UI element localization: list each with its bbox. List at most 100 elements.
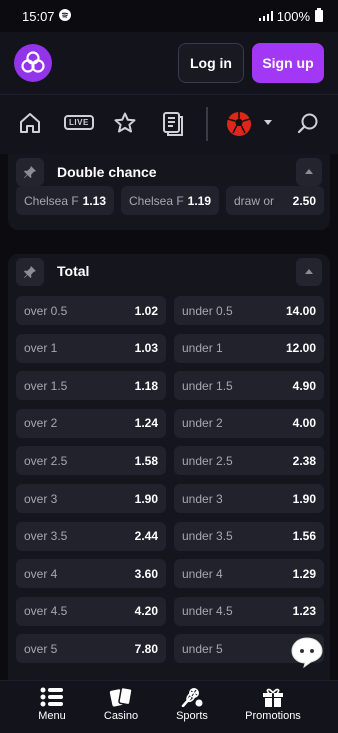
cards-icon — [109, 687, 133, 707]
odd-value: 2.38 — [292, 453, 316, 468]
signal-icon — [258, 9, 273, 24]
markets-content: Double chance Chelsea F 1.13 Chelsea F 1… — [0, 154, 338, 680]
login-button[interactable]: Log in — [178, 43, 244, 83]
search-icon[interactable] — [296, 111, 320, 135]
odd-value: 2.50 — [292, 193, 316, 208]
odd-label: under 3.5 — [182, 529, 233, 544]
bottom-nav-label: Sports — [176, 710, 208, 722]
total-header[interactable]: Total — [8, 254, 330, 290]
total-under-odd[interactable]: under 3.5 1.56 — [174, 521, 324, 551]
top-nav: LIVE — [0, 94, 338, 154]
odd-label: Chelsea F — [129, 193, 184, 208]
chevron-up-icon[interactable] — [296, 158, 322, 186]
total-under-odd[interactable]: under 0.5 14.00 — [174, 296, 324, 325]
home-icon[interactable] — [18, 111, 42, 135]
total-under-odd[interactable]: under 2 4.00 — [174, 408, 324, 438]
bottom-nav-label: Menu — [38, 710, 66, 722]
bottom-nav: Menu Casino Sports Promotions — [0, 680, 338, 733]
status-bar: 15:07 100% — [0, 0, 338, 32]
odd-value: 12.00 — [285, 341, 316, 356]
bottom-nav-promotions[interactable]: Promotions — [241, 687, 305, 722]
double-chance-odd-2[interactable]: Chelsea F 1.19 — [121, 186, 219, 215]
gift-icon — [263, 688, 283, 707]
betslip-icon[interactable] — [161, 111, 185, 137]
odd-value: 4.00 — [292, 416, 316, 431]
odd-label: under 2 — [182, 416, 223, 431]
app-logo[interactable] — [14, 44, 52, 82]
odd-label: over 1.5 — [24, 378, 68, 393]
signup-button[interactable]: Sign up — [252, 43, 324, 83]
double-chance-card: Double chance Chelsea F 1.13 Chelsea F 1… — [8, 154, 330, 230]
odd-value: 1.19 — [187, 193, 211, 208]
total-over-odd[interactable]: over 4 3.60 — [16, 559, 166, 589]
star-icon[interactable] — [113, 111, 137, 135]
odd-label: over 0.5 — [24, 303, 68, 318]
app-header: Log in Sign up — [0, 32, 338, 94]
odd-label: draw or — [234, 193, 275, 208]
double-chance-title: Double chance — [57, 164, 157, 180]
odd-label: over 4 — [24, 566, 58, 581]
total-over-odd[interactable]: over 2.5 1.58 — [16, 446, 166, 476]
bottom-nav-label: Promotions — [245, 710, 301, 722]
total-card: Total over 0.5 1.02 under 0.5 14.00 over 1 1.… — [8, 254, 330, 680]
spotify-icon — [58, 8, 71, 24]
odd-value: 1.90 — [292, 491, 316, 506]
odd-label: over 5 — [24, 641, 58, 656]
pin-icon[interactable] — [16, 258, 44, 286]
total-over-odd[interactable]: over 4.5 4.20 — [16, 596, 166, 626]
odd-value: 1.23 — [292, 604, 316, 619]
live-button[interactable]: LIVE — [64, 115, 94, 130]
soccer-ball-icon[interactable] — [226, 111, 252, 137]
odd-value: 1.58 — [134, 453, 158, 468]
total-over-odd[interactable]: over 3 1.90 — [16, 484, 166, 513]
total-over-odd[interactable]: over 2 1.24 — [16, 408, 166, 438]
odd-label: under 1 — [182, 341, 223, 356]
chevron-down-icon[interactable] — [263, 119, 273, 127]
chevron-up-icon[interactable] — [296, 258, 322, 286]
total-under-odd[interactable]: under 1 12.00 — [174, 333, 324, 363]
odd-value: 1.24 — [134, 416, 158, 431]
logo-icon — [21, 51, 45, 73]
total-over-odd[interactable]: over 1 1.03 — [16, 333, 166, 363]
total-over-odd[interactable]: over 1.5 1.18 — [16, 371, 166, 401]
odd-label: over 4.5 — [24, 604, 68, 619]
odd-label: under 0.5 — [182, 303, 233, 318]
total-over-odd[interactable]: over 5 7.80 — [16, 634, 166, 664]
total-under-odd[interactable]: under 4 1.29 — [174, 559, 324, 589]
odd-value: 1.13 — [82, 193, 106, 208]
battery-icon — [314, 7, 324, 25]
odd-label: over 3 — [24, 491, 58, 506]
total-under-odd[interactable]: under 3 1.90 — [174, 484, 324, 513]
bottom-nav-casino[interactable]: Casino — [95, 687, 147, 722]
double-chance-odd-1[interactable]: Chelsea F 1.13 — [16, 186, 114, 215]
odd-label: under 1.5 — [182, 378, 233, 393]
total-over-odd[interactable]: over 3.5 2.44 — [16, 521, 166, 551]
bottom-nav-sports[interactable]: Sports — [166, 687, 218, 722]
odd-label: over 2 — [24, 416, 58, 431]
total-over-odd[interactable]: over 0.5 1.02 — [16, 296, 166, 325]
total-title: Total — [57, 263, 90, 279]
odd-label: under 4 — [182, 566, 223, 581]
odd-value: 2.44 — [134, 529, 158, 544]
odd-label: under 4.5 — [182, 604, 233, 619]
bottom-nav-menu[interactable]: Menu — [26, 687, 78, 722]
double-chance-header[interactable]: Double chance — [8, 154, 330, 190]
support-chat-icon[interactable] — [290, 636, 324, 669]
double-chance-odd-3[interactable]: draw or 2.50 — [226, 186, 324, 215]
bottom-nav-label: Casino — [103, 710, 139, 722]
total-under-odd[interactable]: under 1.5 4.90 — [174, 371, 324, 401]
odd-value: 1.18 — [134, 378, 158, 393]
total-under-odd[interactable]: under 2.5 2.38 — [174, 446, 324, 476]
odd-value: 14.00 — [285, 303, 316, 318]
menu-icon — [40, 687, 63, 707]
total-under-odd[interactable]: under 4.5 1.23 — [174, 596, 324, 626]
battery-level: 100% — [276, 8, 310, 24]
live-label: LIVE — [64, 115, 94, 130]
pin-icon[interactable] — [16, 158, 44, 186]
odd-value: 4.20 — [134, 604, 158, 619]
odd-label: under 3 — [182, 491, 223, 506]
odd-value: 4.90 — [292, 378, 316, 393]
odd-value: 7.80 — [134, 641, 158, 656]
odd-label: under 2.5 — [182, 453, 233, 468]
odd-label: under 5 — [182, 641, 223, 656]
